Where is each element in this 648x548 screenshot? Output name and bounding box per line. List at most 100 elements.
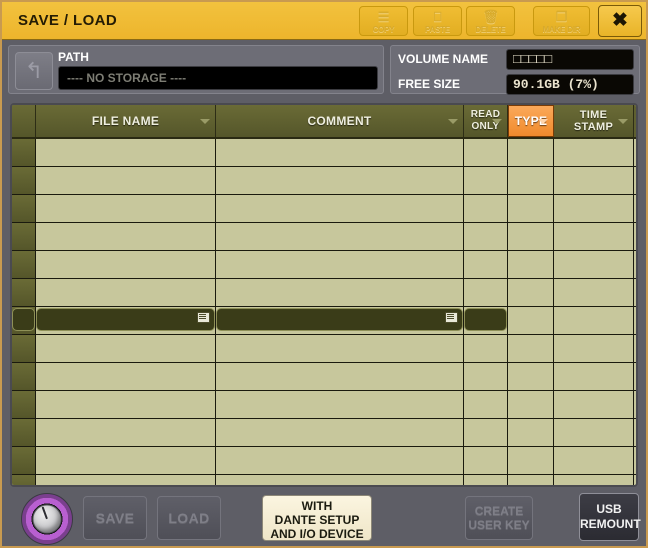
table-cell-icon[interactable]: [12, 391, 36, 418]
table-cell-time-stamp[interactable]: [554, 139, 634, 166]
table-row[interactable]: [12, 167, 636, 195]
selected-cell-comment[interactable]: [216, 308, 463, 331]
table-cell-type[interactable]: [508, 223, 554, 250]
selected-cell-icon[interactable]: [12, 308, 35, 331]
table-cell-type[interactable]: [508, 363, 554, 390]
table-cell-read-only[interactable]: [464, 167, 508, 194]
table-cell-file-name[interactable]: [36, 279, 216, 306]
table-cell-icon[interactable]: [12, 167, 36, 194]
close-button[interactable]: ✖: [598, 5, 642, 37]
table-cell-icon[interactable]: [12, 447, 36, 474]
table-cell-comment[interactable]: [216, 307, 464, 334]
table-cell-read-only[interactable]: [464, 475, 508, 485]
table-row[interactable]: [12, 307, 636, 335]
table-cell-icon[interactable]: [12, 139, 36, 166]
usb-remount-button[interactable]: USB REMOUNT: [579, 493, 641, 541]
table-cell-type[interactable]: [508, 251, 554, 278]
table-cell-type[interactable]: [508, 139, 554, 166]
table-cell-read-only[interactable]: [464, 335, 508, 362]
path-value[interactable]: ---- NO STORAGE ----: [58, 66, 378, 90]
keyboard-edit-icon[interactable]: [445, 312, 458, 323]
table-cell-type[interactable]: [508, 419, 554, 446]
table-cell-icon[interactable]: [12, 335, 36, 362]
column-header-time-stamp[interactable]: TIME STAMP: [554, 105, 634, 137]
table-cell-time-stamp[interactable]: [554, 419, 634, 446]
table-cell-read-only[interactable]: [464, 251, 508, 278]
table-cell-file-name[interactable]: [36, 335, 216, 362]
delete-button[interactable]: 🗑 DELETE: [466, 6, 515, 36]
table-cell-read-only[interactable]: [464, 195, 508, 222]
table-cell-file-name[interactable]: [36, 391, 216, 418]
table-cell-time-stamp[interactable]: [554, 279, 634, 306]
table-cell-time-stamp[interactable]: [554, 307, 634, 334]
table-cell-comment[interactable]: [216, 223, 464, 250]
selected-cell-file-name[interactable]: [36, 308, 215, 331]
table-cell-file-name[interactable]: [36, 419, 216, 446]
table-cell-file-name[interactable]: [36, 307, 216, 334]
create-user-key-button[interactable]: CREATE USER KEY: [465, 496, 533, 540]
table-cell-file-name[interactable]: [36, 223, 216, 250]
table-cell-comment[interactable]: [216, 419, 464, 446]
table-cell-time-stamp[interactable]: [554, 335, 634, 362]
table-cell-time-stamp[interactable]: [554, 447, 634, 474]
table-cell-icon[interactable]: [12, 307, 36, 334]
table-cell-icon[interactable]: [12, 475, 36, 485]
table-cell-read-only[interactable]: [464, 307, 508, 334]
table-cell-icon[interactable]: [12, 223, 36, 250]
table-row[interactable]: [12, 363, 636, 391]
table-cell-type[interactable]: [508, 447, 554, 474]
table-cell-comment[interactable]: [216, 391, 464, 418]
table-cell-comment[interactable]: [216, 195, 464, 222]
table-cell-icon[interactable]: [12, 279, 36, 306]
table-row[interactable]: [12, 335, 636, 363]
column-header-read-only[interactable]: READ ONLY: [464, 105, 508, 137]
column-header-comment[interactable]: COMMENT: [216, 105, 464, 137]
table-cell-comment[interactable]: [216, 279, 464, 306]
table-cell-file-name[interactable]: [36, 447, 216, 474]
table-cell-read-only[interactable]: [464, 391, 508, 418]
table-cell-file-name[interactable]: [36, 139, 216, 166]
table-row[interactable]: [12, 279, 636, 307]
table-cell-icon[interactable]: [12, 251, 36, 278]
table-cell-file-name[interactable]: [36, 363, 216, 390]
copy-button[interactable]: ☰ COPY: [359, 6, 408, 36]
table-cell-comment[interactable]: [216, 447, 464, 474]
table-cell-comment[interactable]: [216, 363, 464, 390]
scroll-encoder-knob[interactable]: [21, 493, 73, 545]
table-cell-comment[interactable]: [216, 475, 464, 485]
table-cell-type[interactable]: [508, 279, 554, 306]
column-header-file-name[interactable]: FILE NAME: [36, 105, 216, 137]
table-cell-type[interactable]: [508, 475, 554, 485]
table-row[interactable]: [12, 139, 636, 167]
table-cell-icon[interactable]: [12, 419, 36, 446]
table-cell-comment[interactable]: [216, 251, 464, 278]
table-cell-time-stamp[interactable]: [554, 167, 634, 194]
table-cell-read-only[interactable]: [464, 447, 508, 474]
save-button[interactable]: SAVE: [83, 496, 147, 540]
column-header-type[interactable]: TYPE: [508, 105, 554, 137]
table-cell-comment[interactable]: [216, 335, 464, 362]
table-row[interactable]: [12, 419, 636, 447]
load-button[interactable]: LOAD: [157, 496, 221, 540]
table-cell-type[interactable]: [508, 335, 554, 362]
table-row[interactable]: [12, 195, 636, 223]
table-cell-type[interactable]: [508, 391, 554, 418]
table-cell-time-stamp[interactable]: [554, 391, 634, 418]
table-cell-read-only[interactable]: [464, 139, 508, 166]
table-cell-file-name[interactable]: [36, 475, 216, 485]
table-cell-file-name[interactable]: [36, 167, 216, 194]
table-row[interactable]: [12, 251, 636, 279]
table-cell-type[interactable]: [508, 167, 554, 194]
table-cell-icon[interactable]: [12, 363, 36, 390]
table-cell-comment[interactable]: [216, 167, 464, 194]
paste-button[interactable]: ⎕ PASTE: [413, 6, 462, 36]
selected-cell-read-only[interactable]: [464, 308, 507, 331]
table-cell-time-stamp[interactable]: [554, 223, 634, 250]
table-cell-read-only[interactable]: [464, 363, 508, 390]
table-cell-type[interactable]: [508, 307, 554, 334]
table-cell-time-stamp[interactable]: [554, 475, 634, 485]
parent-directory-button[interactable]: ↰: [15, 52, 53, 90]
table-cell-read-only[interactable]: [464, 279, 508, 306]
make-dir-button[interactable]: ❐ MAKE DIR: [533, 6, 590, 36]
table-row[interactable]: [12, 475, 636, 485]
